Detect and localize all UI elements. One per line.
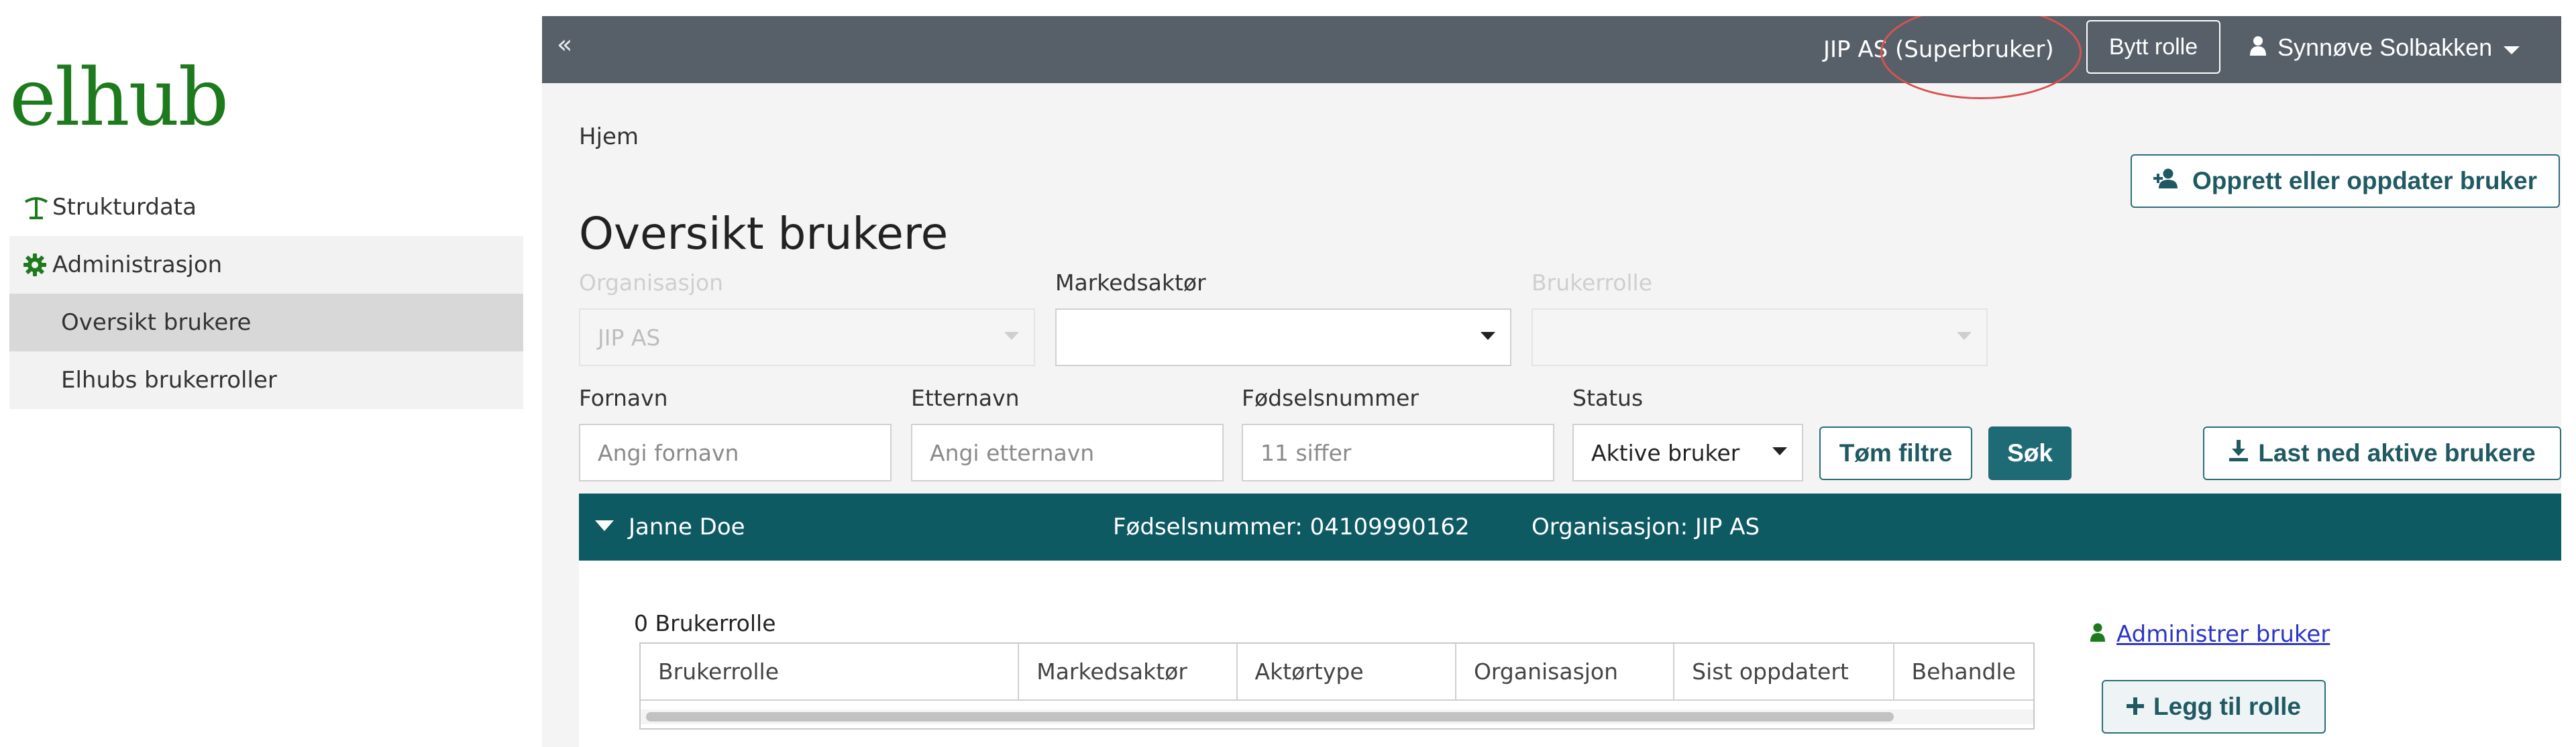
status-label: Status — [1572, 385, 1644, 411]
download-icon — [2229, 439, 2249, 467]
last-name-input[interactable]: Angi etternavn — [911, 424, 1224, 481]
chevron-down-icon — [1481, 332, 1495, 340]
column-header-markedsaktor[interactable]: Markedsaktør — [1018, 644, 1238, 701]
add-user-icon — [2153, 167, 2183, 195]
add-role-button[interactable]: Legg til rolle — [2102, 680, 2326, 734]
caret-down-icon[interactable] — [595, 520, 614, 531]
user-icon — [2249, 34, 2267, 62]
sidebar-item-elhubs-brukerroller[interactable]: Elhubs brukerroller — [9, 351, 523, 409]
column-header-organisasjon[interactable]: Organisasjon — [1455, 644, 1675, 701]
organization-select[interactable]: JIP AS — [579, 308, 1035, 366]
plus-icon — [2127, 693, 2145, 721]
status-value: Aktive bruker — [1591, 439, 1740, 466]
chevron-down-icon — [1957, 332, 1972, 340]
column-header-behandle[interactable]: Behandle — [1893, 644, 2033, 701]
collapse-sidebar-button[interactable]: « — [557, 30, 572, 59]
create-or-update-user-button[interactable]: Opprett eller oppdater bruker — [2131, 154, 2560, 208]
gear-icon — [23, 253, 52, 277]
first-name-label: Fornavn — [579, 385, 668, 411]
search-button[interactable]: Søk — [1988, 426, 2072, 480]
highlight-annotation — [1880, 16, 2082, 99]
horizontal-scrollbar[interactable] — [641, 709, 2033, 724]
user-role-select[interactable] — [1532, 308, 1988, 366]
chevron-down-icon — [1004, 332, 1019, 340]
sidebar-item-administrasjon[interactable]: Administrasjon — [9, 236, 523, 294]
sidebar-item-label: Elhubs brukerroller — [61, 367, 277, 394]
user-row-header[interactable]: Janne Doe Fødselsnummer: 04109990162 Org… — [579, 494, 2561, 561]
market-actor-select[interactable] — [1055, 308, 1511, 366]
scrollbar-thumb[interactable] — [646, 712, 1894, 722]
first-name-input[interactable]: Angi fornavn — [579, 424, 892, 481]
sidebar-item-oversikt-brukere[interactable]: Oversikt brukere — [9, 294, 523, 351]
column-header-brukerrolle[interactable]: Brukerrolle — [641, 644, 1020, 701]
role-count: 0 Brukerrolle — [634, 610, 776, 636]
column-header-sist-oppdatert[interactable]: Sist oppdatert — [1674, 644, 1894, 701]
market-actor-label: Markedsaktør — [1055, 270, 1206, 296]
column-header-aktortype[interactable]: Aktørtype — [1236, 644, 1456, 701]
top-bar: « JIP AS (Superbruker) Bytt rolle Synnøv… — [542, 16, 2561, 99]
elhub-logo[interactable]: elhub — [9, 58, 229, 137]
page-title: Oversikt brukere — [579, 208, 949, 260]
organization-value: JIP AS — [598, 324, 661, 351]
administer-user-label: Administrer bruker — [2116, 621, 2330, 648]
breadcrumb[interactable]: Hjem — [579, 123, 639, 150]
tree-icon — [23, 194, 52, 221]
clear-filters-button[interactable]: Tøm filtre — [1819, 426, 1972, 480]
user-details-panel: 0 Brukerrolle Brukerrolle Markedsaktør A… — [579, 561, 2561, 747]
sidebar-item-strukturdata[interactable]: Strukturdata — [9, 178, 523, 236]
user-full-name: Janne Doe — [629, 514, 745, 540]
organization-label: Organisasjon — [579, 270, 724, 296]
chevron-down-icon — [1772, 447, 1787, 455]
ssn-input[interactable]: 11 siffer — [1242, 424, 1554, 481]
sidebar-item-label: Oversikt brukere — [61, 309, 252, 336]
download-button-label: Last ned aktive brukere — [2258, 439, 2536, 467]
roles-table: Brukerrolle Markedsaktør Aktørtype Organ… — [639, 642, 2035, 730]
sidebar-item-label: Strukturdata — [52, 194, 197, 221]
user-icon — [2090, 621, 2106, 648]
chevron-down-icon — [2503, 34, 2520, 62]
status-select[interactable]: Aktive bruker — [1572, 424, 1803, 481]
download-active-users-button[interactable]: Last ned aktive brukere — [2203, 426, 2561, 480]
user-ssn: Fødselsnummer: 04109990162 — [1113, 514, 1470, 540]
create-button-label: Opprett eller oppdater bruker — [2192, 167, 2537, 194]
table-header-row: Brukerrolle Markedsaktør Aktørtype Organ… — [641, 644, 2033, 701]
last-name-label: Etternavn — [911, 385, 1020, 411]
sidebar-item-label: Administrasjon — [52, 251, 223, 278]
add-role-label: Legg til rolle — [2153, 693, 2301, 720]
administer-user-link[interactable]: Administrer bruker — [2090, 621, 2330, 648]
switch-role-button[interactable]: Bytt rolle — [2086, 20, 2220, 74]
user-name: Synnøve Solbakken — [2277, 34, 2493, 61]
ssn-label: Fødselsnummer — [1242, 385, 1419, 411]
main-panel: « JIP AS (Superbruker) Bytt rolle Synnøv… — [542, 16, 2561, 747]
user-organization: Organisasjon: JIP AS — [1532, 514, 1760, 540]
user-menu[interactable]: Synnøve Solbakken — [2249, 31, 2520, 64]
user-role-label: Brukerrolle — [1532, 270, 1653, 296]
